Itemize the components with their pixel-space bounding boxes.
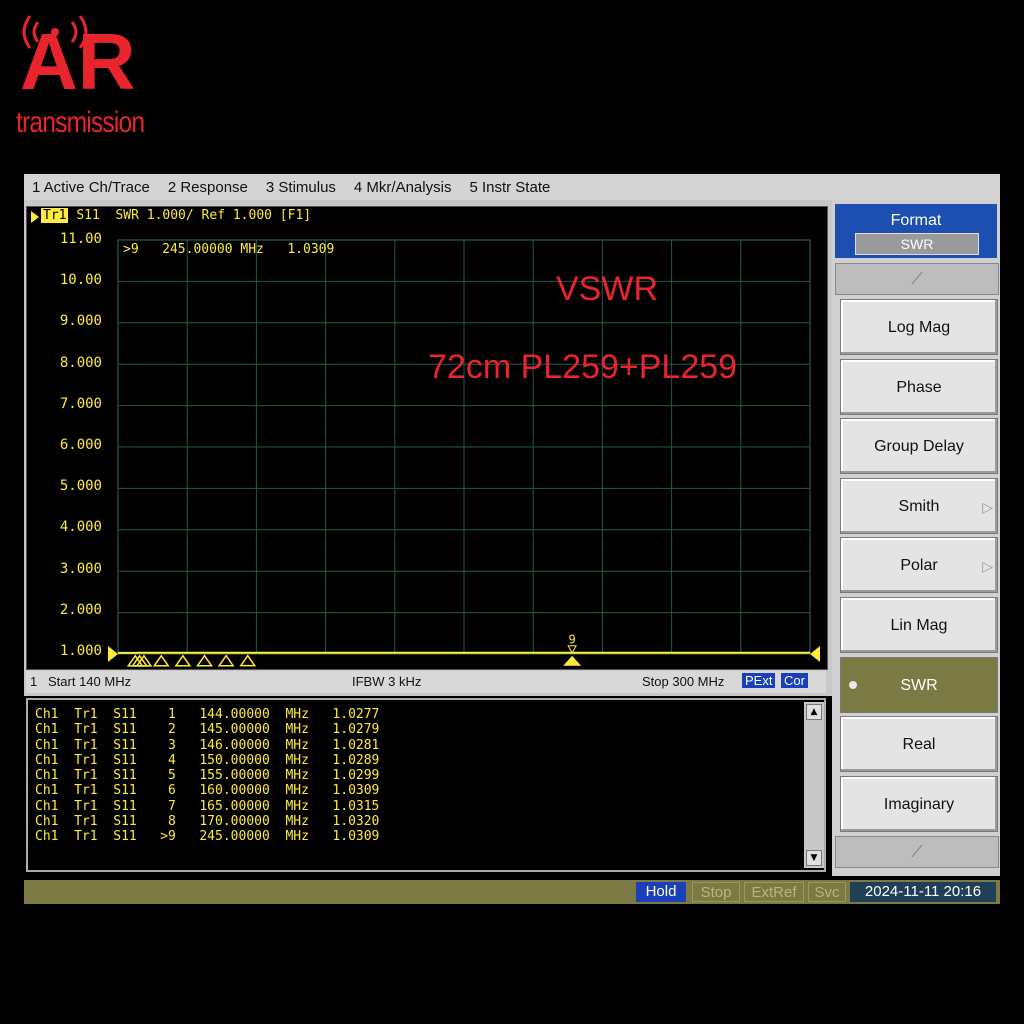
vswr-annotation: VSWR xyxy=(556,270,658,308)
y-tick-label: 6.000 xyxy=(59,437,102,453)
submenu-arrow-icon: ▷ xyxy=(982,558,993,575)
marker-table-row: Ch1 Tr1 S11 2 145.00000 MHz 1.0279 xyxy=(35,722,380,738)
channel-number: 1 xyxy=(30,674,38,689)
softkey-lin-mag[interactable]: Lin Mag xyxy=(840,597,998,653)
marker-table-row: Ch1 Tr1 S11 7 165.00000 MHz 1.0315 xyxy=(35,798,380,814)
marker-table-rows: Ch1 Tr1 S11 1 144.00000 MHz 1.0277 Ch1 Tr… xyxy=(35,707,379,845)
softkey-swr[interactable]: SWR xyxy=(840,656,998,713)
menu-instr-state[interactable]: 5 Instr State xyxy=(469,179,550,196)
menu-mkr-analysis[interactable]: 4 Mkr/Analysis xyxy=(354,179,452,196)
softkey-label: Group Delay xyxy=(874,438,964,456)
ifbw[interactable]: IFBW 3 kHz xyxy=(352,674,421,689)
y-tick-label: 10.00 xyxy=(59,272,102,289)
softkey-imaginary[interactable]: Imaginary xyxy=(840,775,998,832)
softkey-scroll-down[interactable]: ⟋ xyxy=(835,836,999,868)
format-header: Format SWR xyxy=(835,204,997,258)
marker-table-row: Ch1 Tr1 S11 >9 245.00000 MHz 1.0309 xyxy=(35,829,380,845)
y-tick-label: 3.000 xyxy=(59,560,102,577)
scroll-down-icon[interactable]: ▼ xyxy=(806,850,822,866)
y-tick-label: 1.000 xyxy=(59,643,102,659)
y-tick-label: 11.00 xyxy=(59,231,102,247)
softkey-phase[interactable]: Phase xyxy=(840,358,998,415)
pext-badge: PExt xyxy=(742,673,776,688)
softkey-label: Phase xyxy=(896,378,942,396)
menu-active-ch-trace[interactable]: 1 Active Ch/Trace xyxy=(32,179,150,196)
menu-stimulus[interactable]: 3 Stimulus xyxy=(266,179,336,196)
marker-table-row: Ch1 Tr1 S11 4 150.00000 MHz 1.0289 xyxy=(35,752,380,768)
trace-tag[interactable]: Tr1 xyxy=(41,208,69,223)
active-marker-pointer xyxy=(567,645,577,654)
marker-table-row: Ch1 Tr1 S11 6 160.00000 MHz 1.0309 xyxy=(35,783,380,799)
stop-indicator: Stop xyxy=(692,882,740,902)
marker-table-row: Ch1 Tr1 S11 3 146.00000 MHz 1.0281 xyxy=(35,737,380,753)
trace-header-text: S11 SWR 1.000/ Ref 1.000 [F1] xyxy=(76,208,312,223)
svc-indicator: Svc xyxy=(808,882,846,902)
format-value: SWR xyxy=(855,233,979,255)
active-trace-icon xyxy=(31,211,39,223)
stop-frequency[interactable]: Stop 300 MHz xyxy=(642,674,724,689)
swr-plot: 9 xyxy=(108,239,820,667)
softkey-smith[interactable]: Smith ▷ xyxy=(840,477,998,534)
y-tick-label: 9.000 xyxy=(59,313,102,330)
softkey-group-delay[interactable]: Group Delay xyxy=(840,418,998,475)
softkey-label: SWR xyxy=(900,676,938,694)
softkey-real[interactable]: Real xyxy=(840,716,998,773)
marker-table-row: Ch1 Tr1 S11 5 155.00000 MHz 1.0299 xyxy=(35,768,380,784)
softkey-label: Imaginary xyxy=(883,795,955,813)
stimulus-bar: 1 Start 140 MHz IFBW 3 kHz Stop 300 MHz … xyxy=(26,671,826,693)
logo-letters: AR xyxy=(20,17,136,106)
marker-readout: >9 245.00000 MHz 1.0309 xyxy=(123,242,335,257)
start-frequency[interactable]: Start 140 MHz xyxy=(48,674,131,689)
marker-table-row: Ch1 Tr1 S11 8 170.00000 MHz 1.0320 xyxy=(35,814,380,830)
active-marker-label: 9 xyxy=(569,633,576,647)
scroll-up-icon[interactable]: ▲ xyxy=(806,704,822,720)
y-tick-label: 8.000 xyxy=(59,354,102,371)
softkey-label: Smith xyxy=(898,497,940,515)
softkey-log-mag[interactable]: Log Mag xyxy=(840,299,998,355)
cable-annotation: 72cm PL259+PL259 xyxy=(428,348,738,386)
hold-indicator: Hold xyxy=(636,882,686,902)
y-tick-label: 5.000 xyxy=(59,478,102,495)
logo-text: transmission xyxy=(16,106,145,139)
marker-table-row: Ch1 Tr1 S11 1 144.00000 MHz 1.0277 xyxy=(35,707,380,722)
selected-radio-icon xyxy=(849,680,857,689)
trace-header: Tr1 S11 SWR 1.000/ Ref 1.000 [F1] xyxy=(31,208,311,223)
marker-table-scrollbar[interactable]: ▲ ▼ xyxy=(804,702,824,868)
y-tick-label: 7.000 xyxy=(59,395,102,412)
extref-indicator: ExtRef xyxy=(744,882,804,902)
datetime: 2024-11-11 20:16 xyxy=(850,882,996,902)
y-tick-label: 4.000 xyxy=(59,519,102,536)
submenu-arrow-icon: ▷ xyxy=(982,498,993,515)
format-title: Format xyxy=(890,212,942,229)
softkey-label: Polar xyxy=(900,557,938,575)
softkey-label: Log Mag xyxy=(887,319,951,336)
softkey-label: Real xyxy=(902,736,936,754)
softkey-polar[interactable]: Polar ▷ xyxy=(840,537,998,594)
cor-badge: Cor xyxy=(781,673,808,688)
softkey-scroll-up[interactable]: ⟋ xyxy=(835,263,999,295)
y-tick-label: 2.000 xyxy=(59,601,102,618)
softkey-label: Lin Mag xyxy=(890,617,948,634)
menubar: 1 Active Ch/Trace 2 Response 3 Stimulus … xyxy=(24,174,1000,201)
menu-response[interactable]: 2 Response xyxy=(168,179,248,196)
